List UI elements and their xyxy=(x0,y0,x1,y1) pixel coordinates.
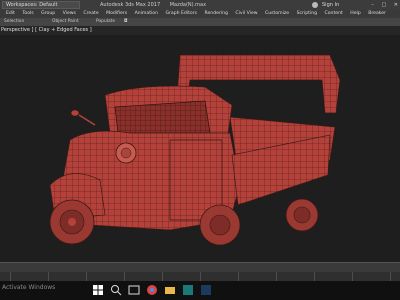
window-title: Autodesk 3ds Max 2017 Mazda(N).max xyxy=(100,0,206,10)
maximize-icon[interactable]: □ xyxy=(381,2,386,8)
tick xyxy=(124,272,125,281)
tick xyxy=(162,272,163,281)
menu-item[interactable]: Group xyxy=(41,11,55,16)
menu-item[interactable]: Views xyxy=(63,11,76,16)
menu-item[interactable]: Edit xyxy=(6,11,15,16)
activate-windows-text: Activate Windows xyxy=(2,284,56,291)
menu-item[interactable]: Breaker xyxy=(368,11,386,16)
menu-item[interactable]: Animation xyxy=(135,11,158,16)
tick xyxy=(238,272,239,281)
menu-item[interactable]: Create xyxy=(83,11,98,16)
viewport-label[interactable]: Perspective ] [ Clay + Edged Faces ] xyxy=(0,26,400,35)
menu-item[interactable]: Graph Editors xyxy=(165,11,197,16)
task-view-icon[interactable] xyxy=(128,284,140,296)
menu-item[interactable]: Rendering xyxy=(204,11,227,16)
windshield xyxy=(114,100,211,134)
title-bar: Workspaces: Default Autodesk 3ds Max 201… xyxy=(0,0,400,10)
tick xyxy=(48,272,49,281)
sign-in-button[interactable]: Sign In xyxy=(322,0,339,10)
time-slider[interactable] xyxy=(0,262,400,272)
minimize-icon[interactable]: – xyxy=(371,2,374,8)
menu-item[interactable]: Modifiers xyxy=(106,11,127,16)
ribbon-tabs: Selection Object Paint Populate ◘ xyxy=(0,18,400,26)
file-name: Mazda(N).max xyxy=(169,2,207,8)
menu-item[interactable]: Tools xyxy=(22,11,33,16)
workspace-label: Workspaces: Default xyxy=(6,2,58,8)
tick xyxy=(10,272,11,281)
menu-item[interactable]: Customize xyxy=(265,11,289,16)
menu-bar: Edit Tools Group Views Create Modifiers … xyxy=(0,10,400,18)
tick xyxy=(352,272,353,281)
tick xyxy=(200,272,201,281)
windows-start-icon[interactable] xyxy=(92,284,104,296)
workspace-dropdown[interactable]: Workspaces: Default xyxy=(2,1,80,9)
tick xyxy=(276,272,277,281)
chrome-icon[interactable] xyxy=(146,284,158,296)
photoshop-icon[interactable] xyxy=(200,284,212,296)
side-mirror xyxy=(70,109,80,117)
tab-object-paint[interactable]: Object Paint xyxy=(52,18,79,26)
tick xyxy=(314,272,315,281)
tick xyxy=(390,272,391,281)
menu-item[interactable]: Content xyxy=(325,11,343,16)
user-icon[interactable] xyxy=(312,2,318,8)
track-bar[interactable] xyxy=(0,272,400,281)
tuk-tuk-model xyxy=(49,54,341,246)
tab-populate[interactable]: Populate xyxy=(96,18,115,26)
menu-item[interactable]: Help xyxy=(350,11,360,16)
menu-item[interactable]: Scripting xyxy=(297,11,317,16)
menu-item[interactable]: Civil View xyxy=(235,11,257,16)
ribbon-toggle-icon[interactable]: ◘ xyxy=(124,18,127,26)
tick xyxy=(86,272,87,281)
3dsmax-icon[interactable] xyxy=(182,284,194,296)
perspective-viewport[interactable] xyxy=(0,35,400,262)
folder-icon[interactable] xyxy=(164,284,176,296)
tab-selection[interactable]: Selection xyxy=(4,18,24,26)
search-icon[interactable] xyxy=(110,284,122,296)
window-controls: – □ ✕ xyxy=(365,0,398,10)
app-title: Autodesk 3ds Max 2017 xyxy=(100,2,161,8)
viewport-label-text: Perspective ] [ Clay + Edged Faces ] xyxy=(1,27,92,33)
close-icon[interactable]: ✕ xyxy=(394,2,398,8)
